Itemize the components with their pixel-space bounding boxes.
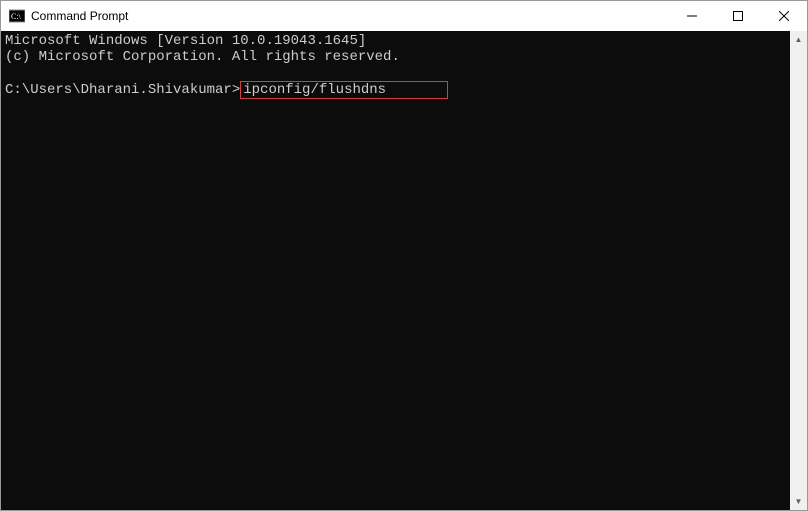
command-highlight: ipconfig/flushdns — [240, 81, 448, 99]
terminal-container: Microsoft Windows [Version 10.0.19043.16… — [1, 31, 807, 510]
window-title: Command Prompt — [31, 1, 669, 31]
prompt-text: C:\Users\Dharani.Shivakumar> — [5, 82, 240, 98]
version-line: Microsoft Windows [Version 10.0.19043.16… — [5, 33, 366, 49]
vertical-scrollbar[interactable]: ▲ ▼ — [790, 31, 807, 510]
minimize-icon — [687, 11, 697, 21]
minimize-button[interactable] — [669, 1, 715, 31]
copyright-line: (c) Microsoft Corporation. All rights re… — [5, 49, 400, 65]
close-button[interactable] — [761, 1, 807, 31]
window-controls — [669, 1, 807, 31]
scroll-up-arrow-icon[interactable]: ▲ — [790, 31, 807, 48]
command-prompt-icon: C:\ — [9, 8, 25, 24]
close-icon — [779, 11, 789, 21]
maximize-button[interactable] — [715, 1, 761, 31]
svg-text:C:\: C:\ — [11, 12, 22, 21]
maximize-icon — [733, 11, 743, 21]
typed-command: ipconfig/flushdns — [243, 82, 386, 98]
terminal-output[interactable]: Microsoft Windows [Version 10.0.19043.16… — [1, 31, 790, 510]
titlebar: C:\ Command Prompt — [1, 1, 807, 31]
scroll-down-arrow-icon[interactable]: ▼ — [790, 493, 807, 510]
